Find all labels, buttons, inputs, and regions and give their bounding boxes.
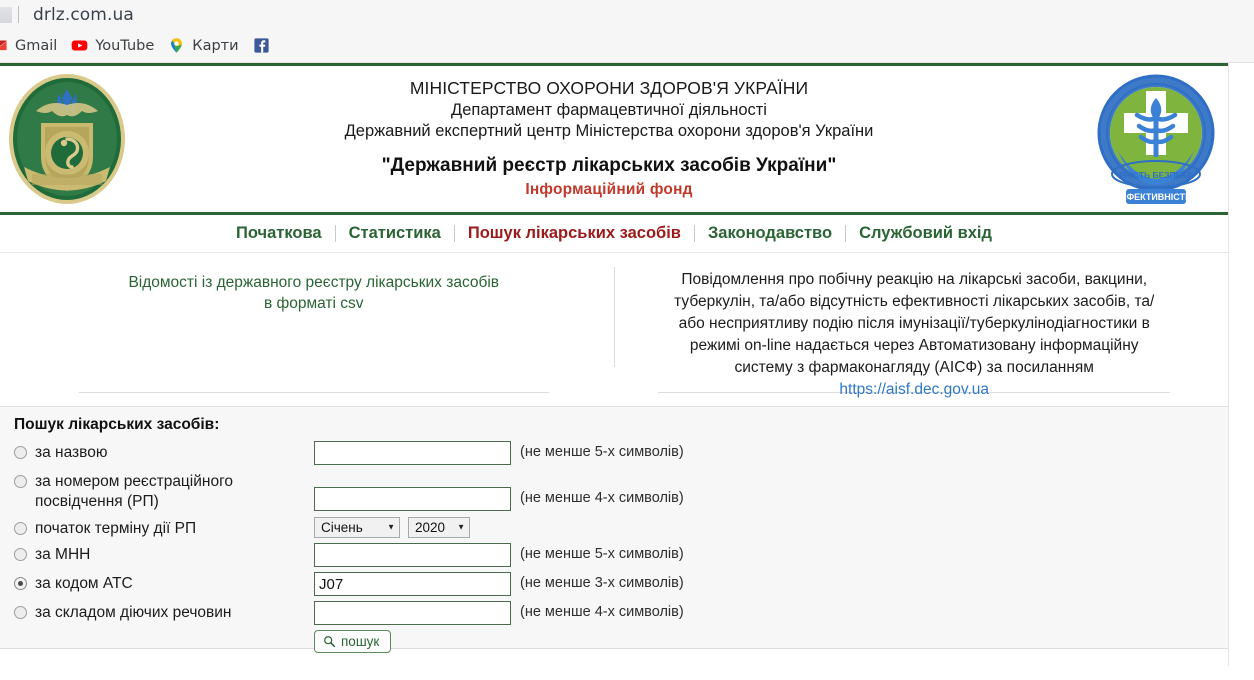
radio-cell-by-active-substance[interactable]: за складом діючих речовин: [14, 601, 314, 623]
submit-spacer: [14, 630, 314, 653]
radio-label-by-atc-code[interactable]: за кодом ATC: [35, 574, 133, 594]
search-submit-label: пошук: [341, 634, 380, 650]
search-row-by-name: за назвою (не менше 5-х символів): [14, 441, 1228, 465]
search-row-by-rp-start-date: початок терміну дії РП Січень 2020: [14, 516, 1228, 539]
info-band: Відомості із державного реєстру лікарськ…: [0, 253, 1228, 398]
bookmark-facebook[interactable]: [249, 34, 287, 57]
bookmark-gmail[interactable]: Gmail: [0, 34, 67, 57]
input-by-registration-number[interactable]: [314, 487, 511, 511]
nav-item-staff-login[interactable]: Службовий вхід: [846, 224, 1005, 243]
bookmarks-bar: Gmail YouTube Карти: [0, 29, 1254, 62]
field-cell-by-active-substance: (не менше 4-х символів): [314, 601, 684, 626]
hint-by-active-substance: (не менше 4-х символів): [520, 604, 684, 621]
svg-text:ЯКІСТЬ БЕЗПЕКА: ЯКІСТЬ БЕЗПЕКА: [1119, 170, 1192, 180]
field-cell-by-atc-code: (не менше 3-х символів): [314, 572, 684, 597]
bookmark-gmail-label: Gmail: [15, 37, 58, 54]
select-month[interactable]: Січень: [314, 516, 400, 538]
bookmark-maps[interactable]: Карти: [164, 34, 248, 57]
month-select-wrap[interactable]: Січень: [314, 516, 400, 538]
aisf-notice: Повідомлення про побічну реакцію на ліка…: [658, 265, 1171, 398]
search-row-by-active-substance: за складом діючих речовин (не менше 4-х …: [14, 601, 1228, 626]
nav-list: Початкова Статистика Пошук лікарських за…: [223, 224, 1005, 243]
aisf-notice-text: Повідомлення про побічну реакцію на ліка…: [674, 271, 1155, 376]
bookmark-youtube-label: YouTube: [95, 37, 155, 54]
hint-by-name: (не менше 5-х символів): [520, 444, 684, 460]
youtube-icon: [71, 37, 88, 54]
radio-cell-by-name[interactable]: за назвою: [14, 441, 314, 463]
hint-by-inn: (не менше 5-х символів): [520, 546, 684, 563]
input-by-inn[interactable]: [314, 543, 511, 568]
radio-cell-by-inn[interactable]: за МНН: [14, 543, 314, 565]
field-cell-rp-date: Січень 2020: [314, 516, 470, 538]
nav-item-statistics[interactable]: Статистика: [336, 224, 454, 243]
main-navigation: Початкова Статистика Пошук лікарських за…: [0, 215, 1228, 253]
radio-cell-by-registration-number[interactable]: за номером реєстраційного посвідчення (Р…: [14, 470, 314, 512]
field-cell-by-inn: (не менше 5-х символів): [314, 543, 684, 568]
year-select-wrap[interactable]: 2020: [408, 516, 470, 538]
radio-by-inn[interactable]: [14, 548, 27, 562]
csv-link-line1: Відомості із державного реєстру лікарськ…: [128, 274, 500, 291]
site-header: МІНІСТЕРСТВО ОХОРОНИ ЗДОРОВ'Я УКРАЇНИ Де…: [0, 63, 1228, 215]
radio-label-by-registration-number[interactable]: за номером реєстраційного посвідчення (Р…: [35, 472, 314, 512]
department-line: Департамент фармацевтичної діяльності: [451, 101, 767, 119]
state-expert-center-emblem-logo: ЕФЕКТИВНІСТЬ ЯКІСТЬ БЕЗПЕКА: [1097, 74, 1215, 204]
browser-chrome: drlz.com.ua Gmail YouTube Карти: [0, 0, 1254, 63]
radio-label-by-name[interactable]: за назвою: [35, 443, 107, 463]
omnibar-divider: [18, 6, 19, 23]
svg-text:ЕФЕКТИВНІСТЬ: ЕФЕКТИВНІСТЬ: [1120, 192, 1192, 202]
search-row-by-registration-number: за номером реєстраційного посвідчення (Р…: [14, 470, 1228, 512]
info-vertical-divider: [613, 267, 615, 367]
search-row-by-atc-code: за кодом ATC (не менше 3-х символів): [14, 572, 1228, 597]
hint-by-registration-number: (не менше 4-х символів): [520, 490, 684, 506]
information-fund-subtitle: Інформаційний фонд: [525, 181, 693, 199]
bookmark-youtube[interactable]: YouTube: [67, 34, 164, 57]
radio-label-by-inn[interactable]: за МНН: [35, 545, 90, 565]
page-content: МІНІСТЕРСТВО ОХОРОНИ ЗДОРОВ'Я УКРАЇНИ Де…: [0, 63, 1229, 666]
radio-by-rp-start-date[interactable]: [14, 521, 27, 535]
facebook-icon: [253, 37, 270, 54]
drug-search-panel: Пошук лікарських засобів: за назвою (не …: [0, 406, 1228, 654]
omnibar[interactable]: drlz.com.ua: [0, 0, 1254, 29]
page-viewport: МІНІСТЕРСТВО ОХОРОНИ ЗДОРОВ'Я УКРАЇНИ Де…: [0, 63, 1254, 666]
search-submit-button[interactable]: пошук: [314, 630, 392, 654]
search-panel-title: Пошук лікарських засобів:: [14, 416, 220, 433]
input-by-atc-code[interactable]: [314, 572, 511, 597]
google-maps-icon: [168, 37, 185, 54]
csv-link-line2: в форматі csv: [263, 294, 364, 312]
gmail-icon: [0, 37, 8, 54]
radio-by-registration-number[interactable]: [14, 475, 27, 488]
nav-item-home[interactable]: Початкова: [223, 224, 335, 243]
registry-title: "Державний реєстр лікарських засобів Укр…: [381, 154, 837, 176]
info-col-aisf: Повідомлення про побічну реакцію на ліка…: [620, 265, 1208, 398]
header-title-block: МІНІСТЕРСТВО ОХОРОНИ ЗДОРОВ'Я УКРАЇНИ Де…: [128, 78, 1090, 199]
magnifier-icon: [323, 635, 336, 648]
radio-by-name[interactable]: [14, 446, 27, 459]
radio-cell-by-atc-code[interactable]: за кодом ATC: [14, 572, 314, 594]
nav-item-legislation[interactable]: Законодавство: [695, 224, 845, 243]
aisf-portal-link[interactable]: https://aisf.dec.gov.ua: [839, 381, 989, 398]
field-cell-by-name: (не менше 5-х символів): [314, 441, 684, 465]
radio-label-by-active-substance[interactable]: за складом діючих речовин: [35, 603, 231, 623]
info-col-csv: Відомості із державного реєстру лікарськ…: [20, 265, 608, 393]
center-line: Державний експертний центр Міністерства …: [344, 122, 874, 141]
radio-cell-by-rp-start-date[interactable]: початок терміну дії РП: [14, 517, 314, 539]
address-bar-url[interactable]: drlz.com.ua: [33, 5, 134, 25]
ministry-of-health-emblem-logo: [9, 74, 125, 204]
select-year[interactable]: 2020: [408, 516, 470, 538]
field-cell-by-registration-number: (не менше 4-х символів): [314, 470, 684, 511]
input-by-name[interactable]: [314, 441, 511, 465]
tab-edge-glyph: [0, 6, 12, 23]
radio-by-active-substance[interactable]: [14, 606, 27, 620]
radio-by-atc-code[interactable]: [14, 577, 27, 591]
csv-registry-link[interactable]: Відомості із державного реєстру лікарськ…: [78, 265, 549, 393]
input-by-active-substance[interactable]: [314, 601, 511, 626]
radio-label-by-rp-start-date[interactable]: початок терміну дії РП: [35, 519, 196, 539]
bookmark-maps-label: Карти: [192, 37, 239, 54]
nav-item-drug-search[interactable]: Пошук лікарських засобів: [455, 224, 694, 243]
ministry-line: МІНІСТЕРСТВО ОХОРОНИ ЗДОРОВ'Я УКРАЇНИ: [409, 78, 809, 99]
hint-by-atc-code: (не менше 3-х символів): [520, 575, 684, 592]
search-row-by-inn: за МНН (не менше 5-х символів): [14, 543, 1228, 568]
